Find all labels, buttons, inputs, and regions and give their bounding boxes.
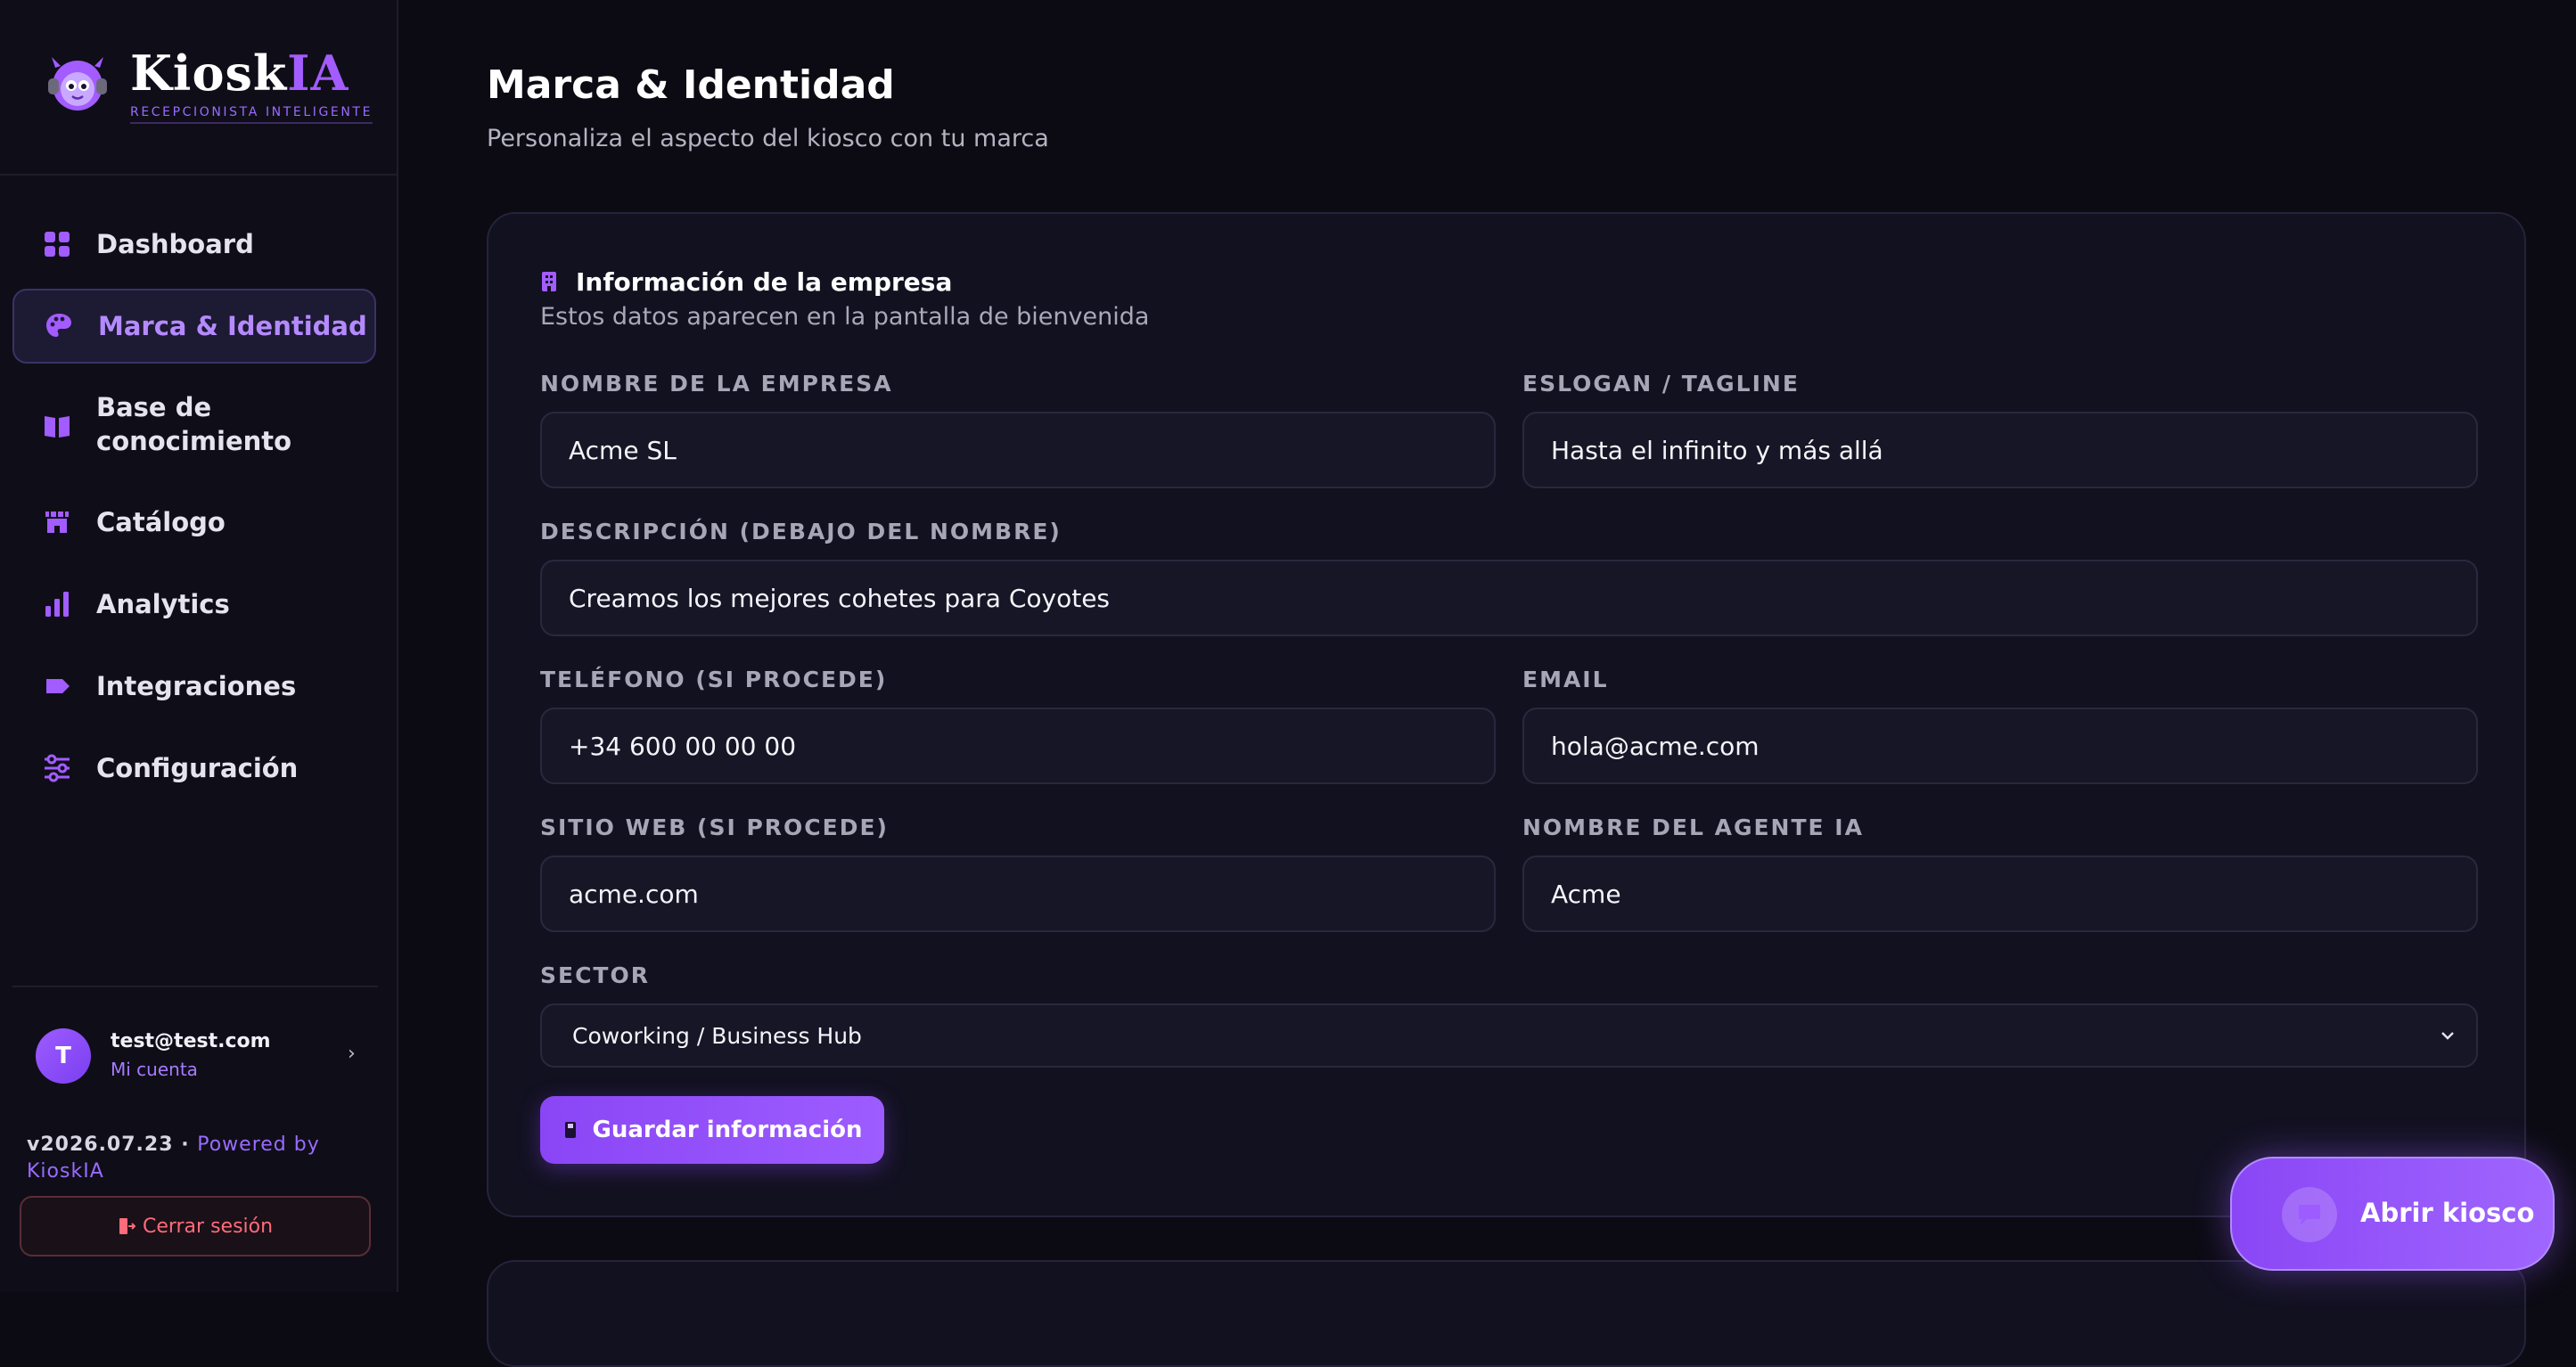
agent-name-label: NOMBRE DEL AGENTE IA bbox=[1522, 814, 1864, 840]
card-title: Información de la empresa bbox=[576, 266, 953, 297]
phone-label: TELÉFONO (SI PROCEDE) bbox=[540, 667, 888, 692]
logout-button[interactable]: Cerrar sesión bbox=[20, 1196, 371, 1256]
website-input[interactable]: acme.com bbox=[540, 855, 1496, 932]
next-section-card bbox=[487, 1260, 2526, 1367]
sector-select[interactable]: Coworking / Business Hub bbox=[540, 1003, 2478, 1068]
company-name-label: NOMBRE DE LA EMPRESA bbox=[540, 371, 893, 397]
email-label: EMAIL bbox=[1522, 667, 1609, 692]
robot-mascot-icon bbox=[48, 57, 107, 111]
open-kiosk-button[interactable]: Abrir kiosco bbox=[2230, 1157, 2555, 1271]
sidebar-item-label: Dashboard bbox=[96, 229, 254, 259]
chevron-down-icon bbox=[2441, 1032, 2454, 1040]
palette-icon bbox=[46, 314, 71, 337]
plug-icon bbox=[46, 679, 70, 693]
company-name-input[interactable]: Acme SL bbox=[540, 412, 1496, 488]
tagline-label: ESLOGAN / TAGLINE bbox=[1522, 371, 1800, 397]
tagline-input[interactable]: Hasta el infinito y más allá bbox=[1522, 412, 2478, 488]
sidebar-item-label: Integraciones bbox=[96, 671, 297, 701]
sidebar-divider bbox=[0, 174, 397, 176]
page-subtitle: Personaliza el aspecto del kiosco con tu… bbox=[487, 125, 1049, 152]
save-label: Guardar información bbox=[592, 1117, 863, 1143]
open-kiosk-label: Abrir kiosco bbox=[2360, 1198, 2535, 1228]
sidebar-divider bbox=[12, 986, 378, 987]
building-icon bbox=[542, 272, 556, 291]
card-header: Información de la empresa bbox=[540, 264, 952, 299]
user-email: test@test.com bbox=[111, 1030, 271, 1052]
email-input[interactable]: hola@acme.com bbox=[1522, 708, 2478, 784]
phone-input[interactable]: +34 600 00 00 00 bbox=[540, 708, 1496, 784]
logout-icon bbox=[119, 1218, 135, 1234]
store-icon bbox=[45, 512, 69, 533]
book-icon bbox=[45, 416, 70, 438]
sidebar-item-label: Marca & Identidad bbox=[98, 311, 367, 341]
card-description: Estos datos aparecen en la pantalla de b… bbox=[540, 303, 1150, 331]
kiosk-icon-wrapper bbox=[2282, 1187, 2337, 1242]
account-link-label: Mi cuenta bbox=[111, 1059, 198, 1080]
sidebar-item-label: Analytics bbox=[96, 589, 230, 619]
chat-icon bbox=[2299, 1205, 2320, 1225]
user-account-menu[interactable]: T test@test.com Mi cuenta › bbox=[12, 1016, 376, 1101]
sidebar-item-catalogo[interactable]: Catálogo bbox=[12, 485, 376, 560]
sector-label: SECTOR bbox=[540, 962, 650, 988]
avatar: T bbox=[36, 1028, 91, 1084]
description-label: DESCRIPCIÓN (DEBAJO DEL NOMBRE) bbox=[540, 519, 1062, 544]
sidebar-item-marca-identidad[interactable]: Marca & Identidad bbox=[12, 289, 376, 364]
save-icon bbox=[564, 1122, 576, 1138]
sidebar-item-label: Catálogo bbox=[96, 507, 226, 537]
description-input[interactable]: Creamos los mejores cohetes para Coyotes bbox=[540, 560, 2478, 636]
agent-name-input[interactable]: Acme bbox=[1522, 855, 2478, 932]
chevron-right-icon: › bbox=[348, 1043, 356, 1065]
sidebar-item-configuracion[interactable]: Configuración bbox=[12, 731, 376, 806]
brand-subtitle: RECEPCIONISTA INTELIGENTE bbox=[130, 105, 373, 124]
sector-selected-value: Coworking / Business Hub bbox=[572, 1022, 862, 1049]
bar-chart-icon bbox=[45, 592, 69, 617]
sidebar-item-knowledge-base[interactable]: Base de conocimiento bbox=[12, 385, 376, 467]
sidebar-item-integraciones[interactable]: Integraciones bbox=[12, 649, 376, 724]
grid-icon bbox=[45, 232, 70, 257]
company-info-card: Información de la empresa Estos datos ap… bbox=[487, 212, 2526, 1217]
sidebar-item-analytics[interactable]: Analytics bbox=[12, 567, 376, 642]
brand-logo[interactable]: KioskIA RECEPCIONISTA INTELIGENTE bbox=[39, 45, 373, 125]
sidebar-item-label: Configuración bbox=[96, 753, 299, 783]
sidebar: KioskIA RECEPCIONISTA INTELIGENTE Dashbo… bbox=[0, 0, 398, 1292]
sidebar-item-label: Base de conocimiento bbox=[96, 392, 292, 456]
sliders-icon bbox=[45, 754, 70, 782]
version-info: v2026.07.23 · Powered by KioskIA bbox=[27, 1134, 320, 1183]
logout-label: Cerrar sesión bbox=[142, 1215, 274, 1238]
website-label: SITIO WEB (SI PROCEDE) bbox=[540, 814, 889, 840]
page-title: Marca & Identidad bbox=[487, 62, 895, 108]
sidebar-item-dashboard[interactable]: Dashboard bbox=[12, 207, 376, 282]
save-info-button[interactable]: Guardar información bbox=[540, 1096, 884, 1164]
version-number: v2026.07.23 bbox=[27, 1134, 174, 1156]
brand-name: KioskIA bbox=[130, 45, 349, 102]
